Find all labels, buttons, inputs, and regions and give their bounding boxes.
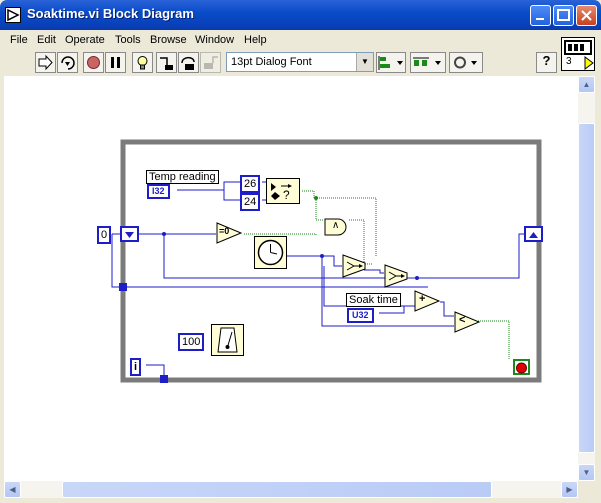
temp-reading-terminal[interactable]: I32: [147, 184, 170, 199]
align-objects-icon[interactable]: [376, 52, 406, 73]
vertical-scroll-thumb[interactable]: [578, 123, 595, 453]
wire-layer: [111, 139, 542, 383]
in-range-node[interactable]: ?: [266, 178, 300, 204]
block-diagram-canvas[interactable]: Temp reading I32 26 24 ? 0 =0 ∧ Soak tim…: [4, 76, 578, 481]
vi-icon[interactable]: 3: [561, 37, 595, 71]
temp-reading-label: Temp reading: [146, 170, 219, 184]
wait-ms-node[interactable]: [211, 324, 244, 356]
svg-text:?: ?: [283, 188, 290, 202]
font-select[interactable]: 13pt Dialog Font ▼: [226, 52, 374, 72]
iteration-terminal: i: [130, 358, 142, 376]
abort-icon[interactable]: [83, 52, 104, 73]
menu-tools[interactable]: Tools: [115, 34, 141, 46]
step-over-icon[interactable]: [178, 52, 199, 73]
menu-help[interactable]: Help: [244, 34, 267, 46]
scrollbar-corner: [578, 481, 595, 498]
context-help-button[interactable]: ?: [536, 52, 557, 73]
menu-operate[interactable]: Operate: [65, 34, 105, 46]
scroll-up-icon[interactable]: ▲: [578, 76, 595, 93]
menu-bar: File Edit Operate Tools Browse Window He…: [4, 31, 597, 51]
shift-register-left[interactable]: [120, 226, 139, 242]
soak-time-terminal[interactable]: U32: [347, 308, 374, 323]
vertical-scrollbar[interactable]: ▲ ▼: [578, 76, 595, 481]
less-than-node[interactable]: [454, 311, 481, 333]
close-button[interactable]: [576, 5, 597, 26]
menu-browse[interactable]: Browse: [150, 34, 187, 46]
select-node-2[interactable]: [384, 264, 408, 288]
scroll-down-icon[interactable]: ▼: [578, 464, 595, 481]
distribute-objects-icon[interactable]: [410, 52, 446, 73]
labview-app-icon: [5, 7, 21, 23]
scroll-left-icon[interactable]: ◀: [4, 481, 21, 498]
chevron-down-icon: ▼: [356, 53, 373, 71]
run-continuously-icon[interactable]: [57, 52, 78, 73]
vi-icon-number: 3: [566, 56, 572, 67]
equal-to-zero-label: =0: [219, 226, 230, 236]
shift-register-right[interactable]: [524, 226, 543, 242]
run-arrow-icon[interactable]: [35, 52, 56, 73]
scroll-right-icon[interactable]: ▶: [561, 481, 578, 498]
less-than-label: <: [459, 314, 466, 326]
add-label: +: [419, 293, 426, 305]
constant-0[interactable]: 0: [97, 226, 112, 244]
and-gate-label: ∧: [332, 220, 340, 231]
menu-window[interactable]: Window: [195, 34, 234, 46]
menu-edit[interactable]: Edit: [37, 34, 56, 46]
tunnel-node: [119, 283, 127, 291]
step-out-icon[interactable]: [200, 52, 221, 73]
pause-icon[interactable]: [105, 52, 126, 73]
stop-condition-terminal[interactable]: [513, 359, 530, 375]
menu-file[interactable]: File: [10, 34, 28, 46]
title-bar: Soaktime.vi Block Diagram: [0, 0, 601, 30]
soak-time-label: Soak time: [346, 293, 401, 307]
highlight-execution-icon[interactable]: [132, 52, 153, 73]
reorder-icon[interactable]: [449, 52, 483, 73]
font-select-value: 13pt Dialog Font: [231, 56, 312, 68]
horizontal-scrollbar[interactable]: ◀ ▶: [4, 481, 578, 498]
constant-26[interactable]: 26: [240, 175, 261, 193]
constant-24[interactable]: 24: [240, 193, 261, 211]
tick-count-node[interactable]: [254, 236, 287, 269]
select-node-1[interactable]: [342, 254, 366, 278]
horizontal-scroll-thumb[interactable]: [62, 481, 492, 498]
toolbar: 13pt Dialog Font ▼: [4, 50, 559, 76]
minimize-button[interactable]: [530, 5, 551, 26]
step-into-icon[interactable]: [156, 52, 177, 73]
constant-100[interactable]: 100: [178, 333, 205, 351]
add-node[interactable]: [414, 290, 441, 312]
maximize-button[interactable]: [553, 5, 574, 26]
window-title: Soaktime.vi Block Diagram: [27, 6, 194, 21]
tunnel-node: [160, 375, 168, 383]
